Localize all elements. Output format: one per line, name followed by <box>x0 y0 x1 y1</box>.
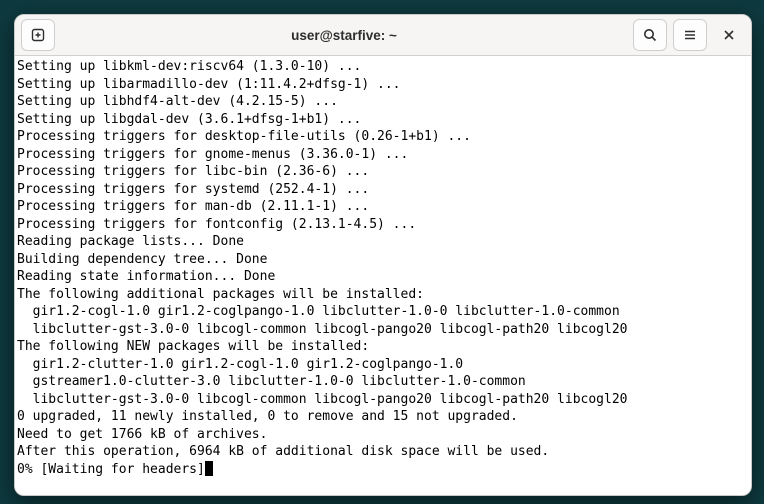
terminal-line: The following NEW packages will be insta… <box>17 338 749 356</box>
menu-button[interactable] <box>673 19 707 51</box>
terminal-line: Processing triggers for libc-bin (2.36-6… <box>17 163 749 181</box>
terminal-line: Processing triggers for man-db (2.11.1-1… <box>17 198 749 216</box>
new-tab-button[interactable] <box>21 19 55 51</box>
terminal-line: Processing triggers for fontconfig (2.13… <box>17 216 749 234</box>
terminal-progress-line: 0% [Waiting for headers] <box>17 461 749 479</box>
terminal-line: After this operation, 6964 kB of additio… <box>17 443 749 461</box>
close-button[interactable] <box>713 20 745 50</box>
hamburger-icon <box>682 27 698 43</box>
titlebar: user@starfive: ~ <box>15 15 751 56</box>
terminal-line: Reading state information... Done <box>17 268 749 286</box>
search-button[interactable] <box>633 19 667 51</box>
terminal-line: Processing triggers for systemd (252.4-1… <box>17 181 749 199</box>
terminal-window: user@starfive: ~ <box>14 14 752 496</box>
window-title: user@starfive: ~ <box>61 28 627 43</box>
terminal-line: 0 upgraded, 11 newly installed, 0 to rem… <box>17 408 749 426</box>
terminal-line: Reading package lists... Done <box>17 233 749 251</box>
terminal-line: Need to get 1766 kB of archives. <box>17 426 749 444</box>
terminal-line: Setting up libkml-dev:riscv64 (1.3.0-10)… <box>17 58 749 76</box>
terminal-line: Processing triggers for desktop-file-uti… <box>17 128 749 146</box>
terminal-line: Setting up libhdf4-alt-dev (4.2.15-5) ..… <box>17 93 749 111</box>
terminal-line: Setting up libarmadillo-dev (1:11.4.2+df… <box>17 76 749 94</box>
search-icon <box>642 27 658 43</box>
terminal-line: gstreamer1.0-clutter-3.0 libclutter-1.0-… <box>17 373 749 391</box>
terminal-output[interactable]: Setting up libkml-dev:riscv64 (1.3.0-10)… <box>15 56 751 495</box>
terminal-line: libclutter-gst-3.0-0 libcogl-common libc… <box>17 391 749 409</box>
terminal-line: Building dependency tree... Done <box>17 251 749 269</box>
terminal-line: Processing triggers for gnome-menus (3.3… <box>17 146 749 164</box>
terminal-line: gir1.2-clutter-1.0 gir1.2-cogl-1.0 gir1.… <box>17 356 749 374</box>
terminal-line: The following additional packages will b… <box>17 286 749 304</box>
terminal-line: Setting up libgdal-dev (3.6.1+dfsg-1+b1)… <box>17 111 749 129</box>
terminal-cursor <box>205 461 213 476</box>
plus-square-icon <box>30 27 46 43</box>
close-icon <box>722 28 736 42</box>
terminal-line: libclutter-gst-3.0-0 libcogl-common libc… <box>17 321 749 339</box>
terminal-line: gir1.2-cogl-1.0 gir1.2-coglpango-1.0 lib… <box>17 303 749 321</box>
